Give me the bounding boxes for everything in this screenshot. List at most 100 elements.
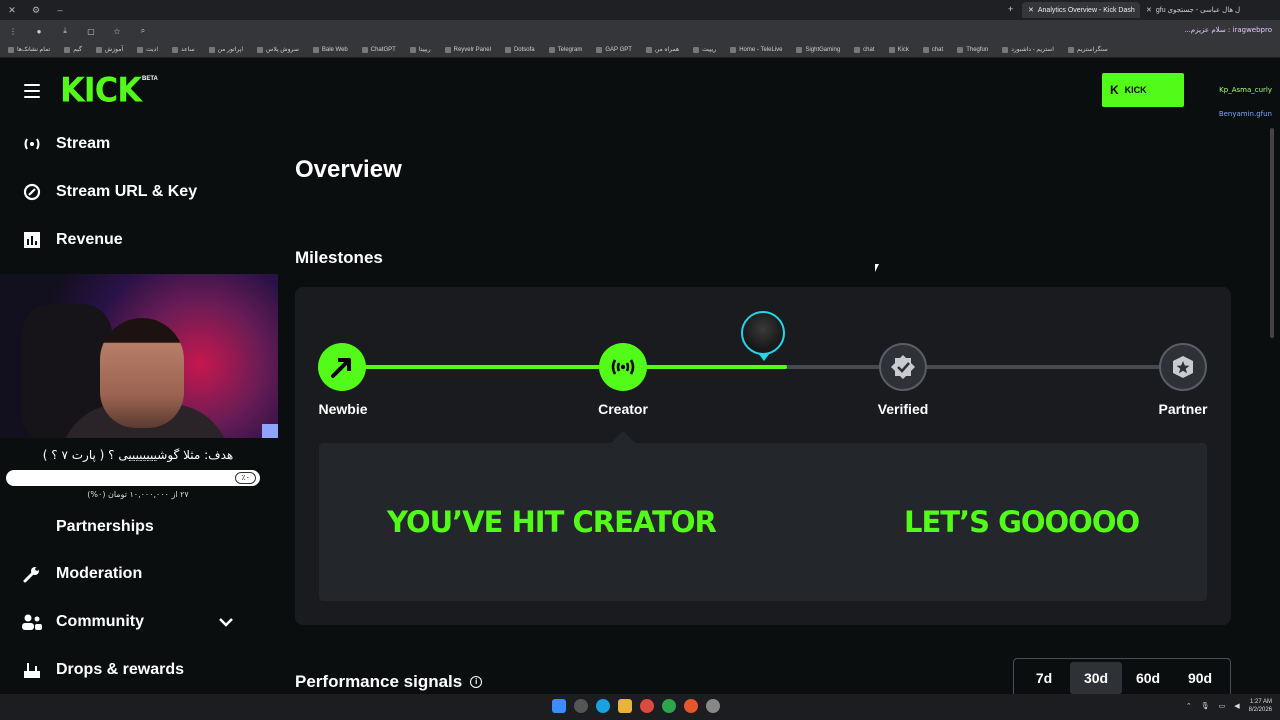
range-7d[interactable]: 7d bbox=[1018, 662, 1070, 694]
extensions-icon[interactable]: ▢ bbox=[78, 27, 104, 36]
bookmark-item[interactable]: سروش پلاس bbox=[257, 46, 299, 53]
menu-dots-icon[interactable]: ⋮ bbox=[0, 27, 26, 36]
chrome-profile-icon[interactable] bbox=[684, 699, 698, 713]
chat-line: iragwebpro : سلام عزیزم... bbox=[1184, 26, 1272, 34]
bookmark-item[interactable]: ساعد bbox=[172, 46, 195, 53]
bookmark-item[interactable]: گیم bbox=[64, 46, 82, 53]
page-scrollbar[interactable] bbox=[1270, 128, 1274, 338]
arrow-icon bbox=[331, 358, 351, 378]
sidebar-item-stream[interactable]: Stream bbox=[22, 130, 110, 158]
bookmark-item[interactable]: ریپیتا bbox=[410, 46, 431, 53]
sidebar-item-stream-url-key[interactable]: Stream URL & Key bbox=[22, 178, 197, 206]
bookmark-item[interactable]: Bale Web bbox=[313, 47, 348, 53]
sidebar-item-community[interactable]: Community bbox=[22, 608, 234, 636]
broadcast-icon bbox=[22, 134, 42, 154]
time-range-selector: 7d 30d 60d 90d bbox=[1013, 658, 1231, 698]
windows-taskbar: ⌃ 🎙 ▭ ◀ 1:27 AM 8/2/2026 bbox=[0, 694, 1280, 720]
milestone-label-verified: Verified bbox=[877, 401, 929, 417]
sidebar-item-label: Stream URL & Key bbox=[56, 183, 198, 200]
bookmark-item[interactable]: chat bbox=[923, 47, 943, 53]
settings-icon[interactable]: ⚙ bbox=[24, 5, 48, 16]
search-icon[interactable] bbox=[574, 699, 588, 713]
bookmark-item[interactable]: Telegram bbox=[549, 47, 583, 53]
goal-progress-bar: ٪۰ bbox=[6, 470, 260, 486]
bookmark-item[interactable]: ادیت bbox=[137, 46, 158, 53]
chevron-down-icon[interactable] bbox=[218, 614, 234, 632]
windows-start-icon[interactable] bbox=[552, 699, 566, 713]
search-icon[interactable]: ⌕ bbox=[130, 26, 156, 36]
bookmark-item[interactable]: استریم - داشبورد bbox=[1002, 46, 1054, 53]
performance-title-text: Performance signals bbox=[295, 672, 463, 691]
milestone-label-partner: Partner bbox=[1158, 401, 1208, 417]
milestone-creator bbox=[599, 343, 647, 391]
hamburger-menu-icon[interactable] bbox=[24, 84, 40, 98]
volume-icon[interactable]: ◀ bbox=[1234, 702, 1239, 710]
wrench-icon bbox=[22, 564, 42, 584]
bookmark-item[interactable]: ریپیت bbox=[693, 46, 716, 53]
bookmark-item[interactable]: Dotsofa bbox=[505, 47, 535, 53]
folder-icon[interactable] bbox=[618, 699, 632, 713]
banner-pointer bbox=[611, 431, 635, 443]
download-icon[interactable]: ⤓ bbox=[52, 26, 78, 36]
kick-chat-badge: K KICK bbox=[1102, 73, 1184, 107]
chevron-up-icon[interactable]: ⌃ bbox=[1186, 702, 1192, 710]
close-tab-icon[interactable]: ✕ bbox=[1028, 6, 1034, 14]
chat-line: Benyamin.gfun bbox=[1218, 110, 1272, 118]
celebration-banner: YOU’VE HIT CREATOR LET’S GOOOOO bbox=[319, 443, 1207, 601]
dashboard-page: KICK BETA Stream Stream URL & Key Revenu… bbox=[0, 58, 1280, 698]
milestones-title: Milestones bbox=[295, 248, 383, 267]
bookmark-item[interactable]: آموزش bbox=[96, 46, 123, 53]
milestone-verified bbox=[879, 343, 927, 391]
sidebar-item-drops-rewards[interactable]: Drops & rewards bbox=[22, 656, 184, 684]
kick-k-icon: K bbox=[1110, 83, 1119, 97]
network-icon[interactable]: ▭ bbox=[1219, 702, 1226, 710]
milestone-label-creator: Creator bbox=[598, 401, 648, 417]
partner-star-icon bbox=[1173, 356, 1193, 378]
system-clock[interactable]: 1:27 AM 8/2/2026 bbox=[1249, 698, 1272, 714]
bookmark-item[interactable]: GAP GPT bbox=[596, 47, 632, 53]
chrome-alt-icon[interactable] bbox=[662, 699, 676, 713]
bookmark-item[interactable]: Thegfun bbox=[957, 47, 988, 53]
bookmark-item[interactable]: chat bbox=[854, 47, 874, 53]
bookmark-star-icon[interactable]: ☆ bbox=[104, 27, 130, 36]
milestone-progress-fill bbox=[342, 365, 788, 369]
kick-logo[interactable]: KICK bbox=[60, 72, 142, 108]
mic-icon[interactable]: 🎙 bbox=[1201, 702, 1210, 710]
bookmark-item[interactable]: Home - TeleLive bbox=[730, 47, 782, 53]
sidebar-item-moderation[interactable]: Moderation bbox=[22, 560, 142, 588]
sidebar-item-label: Revenue bbox=[56, 231, 123, 248]
info-icon[interactable]: i bbox=[470, 676, 483, 688]
bookmark-item[interactable]: SightGaming bbox=[796, 47, 840, 53]
edge-icon[interactable] bbox=[596, 699, 610, 713]
page-title: Overview bbox=[295, 156, 402, 183]
bookmark-item[interactable]: Kick bbox=[889, 47, 909, 53]
webcam-overlay bbox=[0, 274, 278, 438]
link-icon bbox=[22, 182, 42, 202]
media-player-icon[interactable] bbox=[706, 699, 720, 713]
sidebar-item-label: Drops & rewards bbox=[56, 661, 185, 678]
sidebar-item-streams[interactable]: Streams bbox=[56, 469, 115, 486]
close-window-icon[interactable]: ✕ bbox=[0, 5, 24, 16]
bookmark-item[interactable]: اپراتور من bbox=[209, 46, 243, 53]
range-60d[interactable]: 60d bbox=[1122, 662, 1174, 694]
sidebar-item-revenue[interactable]: Revenue bbox=[22, 226, 123, 254]
new-tab-icon[interactable]: + bbox=[1008, 4, 1013, 14]
performance-signals-title: Performance signals i bbox=[295, 672, 483, 692]
current-position-avatar bbox=[741, 311, 785, 361]
sidebar-item-partnerships[interactable]: Partnerships bbox=[56, 518, 154, 536]
profile-icon[interactable]: ● bbox=[26, 27, 52, 36]
chrome-icon[interactable] bbox=[640, 699, 654, 713]
bookmark-item[interactable]: تمام نشانک‌ها bbox=[8, 46, 50, 53]
chat-line: Kp_Asma_curly bbox=[1219, 86, 1272, 94]
milestone-newbie bbox=[318, 343, 366, 391]
bookmark-item[interactable]: Reyvelr Panel bbox=[445, 47, 491, 53]
beta-badge: BETA bbox=[142, 76, 158, 82]
bookmark-item[interactable]: همراه من bbox=[646, 46, 679, 53]
range-90d[interactable]: 90d bbox=[1174, 662, 1226, 694]
gift-icon bbox=[22, 660, 42, 680]
range-30d[interactable]: 30d bbox=[1070, 662, 1122, 694]
bookmark-item[interactable]: ChatGPT bbox=[362, 47, 396, 53]
minimize-icon[interactable]: – bbox=[48, 5, 72, 15]
milestone-partner bbox=[1159, 343, 1207, 391]
goal-percent: ٪۰ bbox=[235, 472, 256, 484]
